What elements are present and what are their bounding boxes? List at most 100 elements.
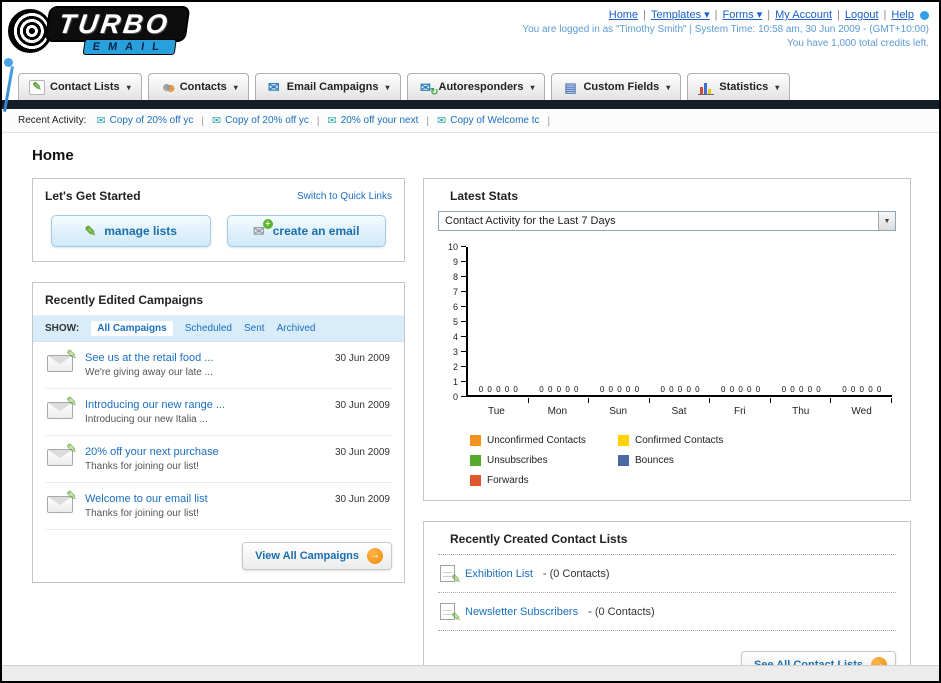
filter-sent[interactable]: Sent	[244, 323, 265, 334]
y-tick-label: 1	[452, 377, 458, 387]
stats-range-value: Contact Activity for the Last 7 Days	[445, 215, 616, 227]
campaign-date: 30 Jun 2009	[334, 447, 390, 458]
recent-activity-item[interactable]: ✉ Copy of 20% off yc	[96, 114, 193, 127]
top-links: Home | Templates ▾ | Forms ▾ | My Account | Logo…	[522, 8, 929, 21]
view-all-campaigns-button[interactable]: View All Campaigns →	[242, 542, 392, 570]
activity-separator: |	[426, 116, 429, 127]
link-separator: |	[837, 9, 840, 21]
email-campaigns-label: Email Campaigns	[286, 81, 379, 93]
contact-activity-chart: 0 1 2 3 4 5 6 7 8 9 10 0 0 0 0 00 0 0 0 00 0 0 0 0…	[444, 242, 892, 417]
chevron-down-icon: ▾	[233, 82, 238, 92]
campaigns-title: Recently Edited Campaigns	[45, 293, 204, 307]
y-tick-label: 6	[452, 302, 458, 312]
campaign-date: 30 Jun 2009	[334, 494, 390, 505]
contact-list-link[interactable]: Newsletter Subscribers	[465, 606, 578, 618]
tab-contacts[interactable]: Contacts ▾	[147, 73, 249, 100]
view-all-campaigns-label: View All Campaigns	[255, 550, 359, 562]
legend-label: Bounces	[635, 455, 674, 466]
statistics-label: Statistics	[719, 81, 769, 93]
link-separator: |	[767, 9, 771, 21]
campaign-row[interactable]: See us at the retail food ... We're givin…	[45, 342, 392, 389]
envelope-plus-icon: ✉ +	[253, 218, 273, 240]
y-tick	[461, 306, 466, 307]
manage-lists-label: manage lists	[104, 224, 177, 238]
legend-item: Unconfirmed Contacts	[470, 435, 618, 446]
recent-activity-item[interactable]: ✉ Copy of Welcome tc	[437, 114, 540, 127]
y-tick	[461, 261, 466, 262]
contacts-icon	[159, 80, 175, 95]
activity-separator: |	[547, 116, 551, 127]
campaign-row[interactable]: Introducing our new range ... Introducing…	[45, 389, 392, 436]
chart-bar-group: 0 0 0 0 0	[529, 385, 590, 403]
y-tick	[461, 276, 466, 277]
recent-activity-link[interactable]: Copy of Welcome tc	[450, 115, 539, 126]
envelope-icon: ✉	[211, 115, 222, 127]
tab-email-campaigns[interactable]: Email Campaigns ▾	[254, 73, 401, 100]
top-link-my-account[interactable]: My Account	[775, 9, 832, 21]
campaign-title-link[interactable]: Welcome to our email list	[85, 493, 208, 505]
campaign-title-link[interactable]: 20% off your next purchase	[85, 446, 219, 458]
campaign-row[interactable]: 20% off your next purchase Thanks for joi…	[45, 436, 392, 483]
chart-bar-group: 0 0 0 0 0	[710, 385, 771, 403]
recent-activity-item[interactable]: ✉ Copy of 20% off yc	[212, 114, 309, 127]
header-right: Home | Templates ▾ | Forms ▾ | My Account | Logo…	[522, 8, 929, 49]
footer	[2, 665, 939, 681]
tab-contact-lists[interactable]: Contact Lists ▾	[18, 73, 142, 100]
tab-autoresponders[interactable]: Autoresponders ▾	[406, 73, 546, 100]
legend-item: Forwards	[470, 475, 618, 486]
contact-lists-icon	[29, 79, 45, 95]
y-tick	[461, 291, 466, 292]
link-separator: |	[883, 9, 887, 21]
recent-activity-link[interactable]: Copy of 20% off yc	[225, 115, 309, 126]
recent-activity-item[interactable]: ✉ 20% off your next	[328, 114, 419, 127]
get-started-panel: Let's Get Started Switch to Quick Links …	[32, 178, 405, 262]
chart-bar-group: 0 0 0 0 0	[468, 385, 529, 403]
top-link-templates[interactable]: Templates ▾	[651, 9, 710, 21]
switch-quick-links-link[interactable]: Switch to Quick Links	[297, 191, 392, 202]
y-tick-label: 8	[452, 272, 458, 282]
legend-swatch	[470, 475, 481, 486]
tab-statistics[interactable]: Statistics ▾	[687, 73, 791, 100]
filter-all-campaigns[interactable]: All Campaigns	[91, 321, 173, 336]
contact-list-link[interactable]: Exhibition List	[465, 568, 533, 580]
arrow-right-icon: →	[367, 548, 383, 564]
list-edit-icon	[440, 603, 461, 624]
campaign-title-link[interactable]: See us at the retail food ...	[85, 352, 213, 364]
campaign-title-link[interactable]: Introducing our new range ...	[85, 399, 225, 411]
top-link-logout[interactable]: Logout	[845, 9, 879, 21]
campaign-text: 20% off your next purchase Thanks for joi…	[85, 446, 219, 472]
chart-bar-group: 0 0 0 0 0	[831, 385, 892, 403]
recent-activity-link[interactable]: 20% off your next	[341, 115, 419, 126]
custom-fields-label: Custom Fields	[583, 81, 660, 93]
header: TURBO EMAIL Home | Templates ▾ | Forms ▾ | My …	[2, 2, 939, 67]
login-info: You are logged in as "Timothy Smith" | S…	[522, 24, 929, 35]
contact-list-row[interactable]: Exhibition List - (0 Contacts)	[438, 555, 896, 593]
top-link-help[interactable]: Help	[891, 9, 914, 21]
x-tick-label: Fri	[734, 406, 746, 417]
filter-archived[interactable]: Archived	[277, 323, 316, 334]
y-tick-label: 5	[452, 317, 458, 327]
campaign-row[interactable]: Welcome to our email list Thanks for join…	[45, 483, 392, 530]
stats-range-select[interactable]: Contact Activity for the Last 7 Days ▼	[438, 211, 896, 231]
page-title: Home	[32, 147, 74, 164]
tab-custom-fields[interactable]: Custom Fields ▾	[551, 73, 682, 100]
latest-stats-title: Latest Stats	[450, 189, 519, 203]
recent-activity-link[interactable]: Copy of 20% off yc	[110, 115, 194, 126]
filter-scheduled[interactable]: Scheduled	[185, 323, 232, 334]
create-email-button[interactable]: ✉ + create an email	[226, 215, 386, 247]
chart-bar-group: 0 0 0 0 0	[589, 385, 650, 403]
legend-item: Confirmed Contacts	[618, 435, 766, 446]
recent-activity-label: Recent Activity:	[18, 115, 87, 126]
chart-x-axis: Tue Mon Sun Sat Fri Thu Wed	[466, 406, 892, 417]
chevron-down-icon: ▾	[385, 82, 390, 92]
top-link-home[interactable]: Home	[609, 9, 638, 21]
x-tick-label: Mon	[547, 406, 568, 417]
top-link-forms[interactable]: Forms ▾	[723, 9, 763, 21]
envelope-icon: ✉	[96, 115, 106, 127]
manage-lists-button[interactable]: ✎ manage lists	[51, 215, 211, 247]
campaign-edit-icon	[47, 488, 77, 513]
app-logo[interactable]: TURBO EMAIL	[8, 6, 191, 55]
x-tick-label: Sat	[671, 406, 687, 417]
campaign-subtitle: Thanks for joining our list!	[85, 508, 199, 519]
contact-list-row[interactable]: Newsletter Subscribers - (0 Contacts)	[438, 593, 896, 631]
